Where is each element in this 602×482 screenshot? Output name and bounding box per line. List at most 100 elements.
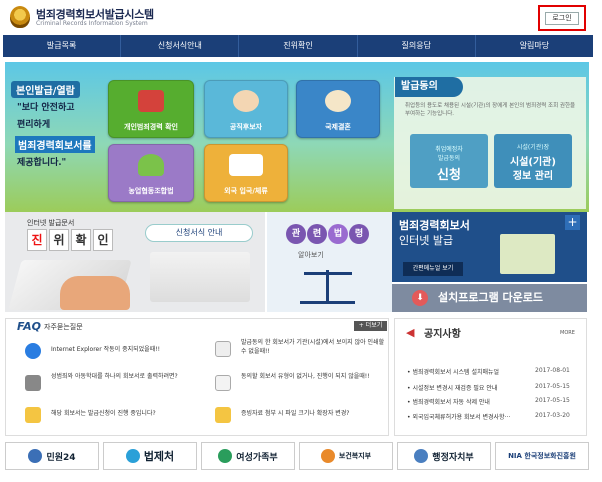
notice-row[interactable]: • 범죄경력회보서 자동 삭제 안내 2017-05-15 (407, 397, 582, 407)
folder-icon (25, 407, 41, 423)
consent-description: 취업등의 용도로 채용된 시설(기관)의 장에게 본인의 범죄경력 조회 권한을… (405, 103, 576, 117)
banner-title: 본인발급/열람 (11, 81, 80, 98)
consent-title: 발급동의 (395, 77, 463, 97)
computer-icon (138, 90, 164, 112)
notice-text: • 시설정보 변경시 재검증 필요 안내 (407, 385, 498, 392)
document-icon (215, 341, 231, 357)
download-icon: ⬇ (412, 290, 428, 306)
notice-more-link[interactable]: MORE (560, 330, 575, 336)
notice-date: 2017-08-01 (535, 367, 570, 374)
minwon24-logo-icon (28, 449, 43, 463)
moleg-logo-icon (125, 449, 140, 463)
consent-apply-button[interactable]: 취업예정자 발급동의 신청 (410, 134, 488, 188)
faq-item[interactable]: 해당 회보서는 발급신청이 진행 중입니다? (25, 404, 205, 430)
person-icon (233, 90, 259, 112)
form-guide-button[interactable]: 신청서식 안내 (145, 224, 253, 242)
nav-item-notice-board[interactable]: 알림마당 (476, 35, 593, 57)
partner-links: 민원24 법제처 여성가족부 보건복지부 행정자치부 NIA 한국정보화진흥원 (5, 442, 589, 470)
nav-item-issue-list[interactable]: 발급목록 (3, 35, 122, 57)
partner-link-mois[interactable]: 행정자치부 (397, 442, 491, 470)
verify-subtitle: 인터넷 발급문서 (27, 219, 75, 227)
notice-text: • 외국입국체류허가용 회보서 변경사항··· (407, 414, 511, 421)
faq-item[interactable]: 발급동의 한 회보서가 기관(시설)에서 보이지 않아 인쇄할 수 없을때!! (215, 338, 395, 364)
nav-item-qna[interactable]: 질의응답 (358, 35, 476, 57)
verify-char: 인 (93, 229, 113, 251)
tile-international-marriage[interactable]: 국제결혼 (296, 80, 380, 138)
partner-name: 민원24 (46, 452, 76, 463)
law-char: 령 (349, 224, 369, 244)
tile-label: 국제결혼 (325, 123, 351, 131)
folder-icon (215, 407, 231, 423)
banner-text-line2: 편리하게 (17, 120, 51, 130)
law-char: 련 (307, 224, 327, 244)
internet-issue-title: 범죄경력회보서 (399, 219, 470, 232)
tile-public-candidate[interactable]: 공직후보자 (204, 80, 288, 138)
internet-explorer-icon (25, 343, 41, 359)
page: 범죄경력회보서발급시스템 Criminal Records Informatio… (0, 0, 602, 482)
tile-label: 개인범죄경력 확인 (124, 123, 178, 131)
facility-manage-label1: 시설(기관) (510, 157, 556, 168)
nav-item-form-guide[interactable]: 신청서식안내 (121, 35, 240, 57)
verify-char: 확 (71, 229, 91, 251)
faq-item-text: 증빙자료 첨부 시 파일 크기나 확장자 변경? (241, 410, 350, 417)
partner-name: 여성가족부 (236, 452, 278, 463)
faq-more-button[interactable]: + 더보기 (354, 321, 387, 331)
partner-link-minwon24[interactable]: 민원24 (5, 442, 99, 470)
notice-text: • 범죄경력회보서 자동 삭제 안내 (407, 399, 490, 406)
partner-link-mohw[interactable]: 보건복지부 (299, 442, 393, 470)
nav-item-verify[interactable]: 진위확인 (239, 35, 358, 57)
faq-item[interactable]: 증빙자료 첨부 시 파일 크기나 확장자 변경? (215, 404, 395, 430)
site-subtitle: Criminal Records Information System (36, 20, 148, 27)
partner-link-mogef[interactable]: 여성가족부 (201, 442, 295, 470)
partner-name: 법제처 (143, 450, 175, 463)
tile-label: 공직후보자 (229, 123, 263, 131)
consent-apply-sub2: 발급동의 (437, 155, 461, 162)
police-emblem-logo[interactable] (10, 6, 30, 28)
tile-label: 농업협동조합법 (128, 187, 174, 195)
notice-date: 2017-05-15 (535, 397, 570, 404)
partner-link-nia[interactable]: NIA 한국정보화진흥원 (495, 442, 589, 470)
tile-personal-record[interactable]: 개인범죄경력 확인 (108, 80, 194, 138)
facility-manage-button[interactable]: 시설(기관)장 시설(기관) 정보 관리 (494, 134, 572, 188)
faq-title: FAQ (17, 320, 41, 333)
faq-item[interactable]: 성범죄와 아동학대를 하나의 회보서로 출력하려면? (25, 372, 205, 398)
faq-item-text: 성범죄와 아동학대를 하나의 회보서로 출력하려면? (51, 373, 178, 380)
banner-text-line3: 제공합니다." (17, 158, 67, 168)
consent-apply-sub1: 취업예정자 (435, 146, 463, 153)
consent-apply-label: 신청 (437, 168, 461, 183)
login-button[interactable]: 로그인 (545, 12, 579, 25)
partner-name: 보건복지부 (338, 452, 372, 460)
install-download-label: 설치프로그램 다운로드 (438, 291, 544, 304)
manual-button[interactable]: 간편메뉴얼 보기 (403, 262, 463, 276)
faq-item-text: Internet Explorer 작동이 중지되었을때!! (51, 346, 161, 353)
partner-name: NIA 한국정보화진흥원 (508, 452, 576, 460)
law-see-more: 알아보기 (298, 251, 324, 259)
faq-item[interactable]: 동의할 회보서 유형이 없거나, 진행이 되지 않을때!! (215, 372, 395, 398)
scales-icon (300, 266, 355, 304)
verify-char: 진 (27, 229, 47, 251)
internet-issue-subtitle: 인터넷 발급 (399, 234, 454, 247)
faq-item-text: 발급동의 한 회보서가 기관(시설)에서 보이지 않아 인쇄할 수 없을때!! (241, 339, 385, 355)
mohw-logo-icon (320, 449, 335, 463)
tile-agricultural-coop[interactable]: 농업협동조합법 (108, 144, 194, 202)
notice-date: 2017-05-15 (535, 383, 570, 390)
faq-subtitle: 자주묻는질문 (44, 323, 83, 331)
facility-manage-sub: 시설(기관)장 (516, 144, 550, 151)
faq-item[interactable]: Internet Explorer 작동이 중지되었을때!! (25, 340, 205, 366)
notice-row[interactable]: • 시설정보 변경시 재검증 필요 안내 2017-05-15 (407, 383, 582, 393)
certificate-illustration (500, 234, 555, 274)
notice-text: • 범죄경력회보서 시스템 설치매뉴얼 (407, 369, 500, 376)
notice-row[interactable]: • 범죄경력회보서 시스템 설치매뉴얼 2017-08-01 (407, 367, 582, 377)
form-keyboard-illustration (150, 252, 250, 302)
faq-item-text: 동의할 회보서 유형이 없거나, 진행이 되지 않을때!! (241, 373, 370, 380)
banner-text-line1: "보다 안전하고 (17, 103, 75, 113)
partner-link-moleg[interactable]: 법제처 (103, 442, 197, 470)
notice-row[interactable]: • 외국입국체류허가용 회보서 변경사항··· 2017-03-20 (407, 412, 582, 422)
law-char: 법 (328, 224, 348, 244)
mois-logo-icon (414, 449, 429, 463)
facility-manage-label2: 정보 관리 (512, 171, 554, 182)
tile-label: 외국 입국/체류 (224, 187, 268, 195)
plus-icon[interactable]: + (565, 215, 580, 230)
sprout-icon (138, 154, 164, 176)
tile-foreign-entry[interactable]: 외국 입국/체류 (204, 144, 288, 202)
